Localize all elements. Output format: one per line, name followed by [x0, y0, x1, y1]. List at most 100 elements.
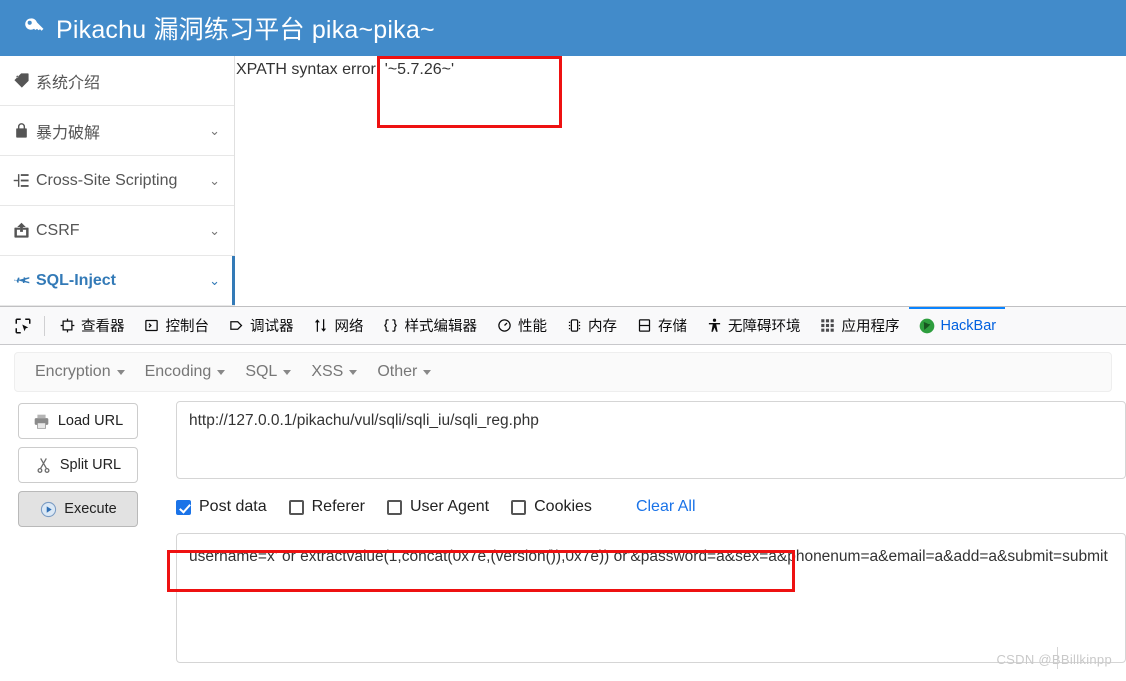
user-agent-checkbox[interactable]: User Agent [386, 498, 490, 516]
checkbox-box [511, 499, 527, 515]
chevron-down-icon [116, 369, 125, 375]
accessibility-person-icon [705, 318, 723, 333]
performance-gauge-icon [495, 318, 513, 333]
hackbar-green-icon [918, 318, 936, 334]
tab-accessibility[interactable]: 无障碍环境 [696, 307, 810, 344]
tab-label: 调试器 [250, 319, 294, 335]
menu-label: Encryption [35, 363, 111, 380]
tab-label: 存储 [658, 319, 687, 335]
load-url-icon [33, 412, 51, 430]
app-header: Pikachu 漏洞练习平台 pika~pika~ [0, 0, 1126, 56]
tab-label: 性能 [518, 319, 547, 335]
hackbar-panel: Encryption Encoding SQL XSS Other Load U… [0, 345, 1126, 681]
menu-encryption[interactable]: Encryption [27, 359, 137, 385]
menu-label: Encoding [144, 363, 212, 380]
checkbox-box [386, 499, 402, 515]
sidebar-item-csrf[interactable]: CSRF ⌄ [0, 206, 234, 256]
play-icon [39, 500, 57, 518]
chevron-down-icon: ⌄ [209, 123, 220, 138]
hackbar-action-buttons: Load URL Split URL Execute [18, 403, 158, 535]
tab-application[interactable]: 应用程序 [810, 307, 909, 344]
tab-performance[interactable]: 性能 [486, 307, 556, 344]
sidebar-item-label: CSRF [36, 221, 80, 239]
checkbox-label: Post data [199, 498, 267, 515]
button-label: Execute [64, 501, 117, 517]
braces-icon [382, 318, 400, 333]
tab-label: 内存 [588, 319, 617, 335]
menu-label: SQL [245, 363, 278, 380]
load-url-button[interactable]: Load URL [18, 403, 138, 439]
post-data-input[interactable]: username=x' or extractvalue(1,concat(0x7… [176, 533, 1126, 663]
tab-label: HackBar [940, 317, 997, 334]
chevron-down-icon: ⌄ [209, 173, 220, 188]
toolbar-divider [44, 315, 45, 336]
scissors-icon [35, 456, 53, 474]
checkbox-label: User Agent [409, 498, 490, 515]
menu-encoding[interactable]: Encoding [137, 359, 238, 385]
share-external-icon [10, 222, 32, 239]
sidebar-item-brute-force[interactable]: 暴力破解 ⌄ [0, 106, 234, 156]
devtools-panel: 查看器 控制台 调试器 网络 样式编辑器 性能 内存 存储 无障碍环境 应用程序… [0, 306, 1126, 681]
plane-icon [10, 272, 32, 289]
tab-console[interactable]: 控制台 [134, 307, 219, 344]
tab-debugger[interactable]: 调试器 [218, 307, 303, 344]
chevron-down-icon: ⌄ [209, 223, 220, 238]
page-body: 系统介绍 暴力破解 ⌄ Cross-Site Scripting ⌄ CSRF … [0, 56, 1126, 306]
menu-xss[interactable]: XSS [303, 359, 369, 385]
menu-sql[interactable]: SQL [237, 359, 303, 385]
post-data-checkbox[interactable]: Post data [176, 498, 267, 516]
tab-label: 控制台 [165, 319, 210, 335]
tab-hackbar[interactable]: HackBar [908, 307, 1006, 344]
hackbar-menubar: Encryption Encoding SQL XSS Other [14, 352, 1112, 392]
tab-label: 无障碍环境 [728, 319, 801, 335]
checkbox-label: Referer [311, 498, 365, 515]
sidebar-item-label: Cross-Site Scripting [36, 171, 178, 189]
menu-label: Other [377, 363, 418, 380]
sidebar-item-label: 暴力破解 [36, 124, 101, 142]
execute-button[interactable]: Execute [18, 491, 138, 527]
tab-style-editor[interactable]: 样式编辑器 [373, 307, 487, 344]
checkbox-label: Cookies [534, 498, 592, 515]
sidebar-item-sql-inject[interactable]: SQL-Inject ⌄ [0, 256, 235, 306]
sidebar-item-cross-site-scripting[interactable]: Cross-Site Scripting ⌄ [0, 156, 234, 206]
menu-label: XSS [311, 363, 344, 380]
chevron-down-icon: ⌄ [209, 273, 220, 288]
sidebar-item-label: 系统介绍 [36, 74, 101, 92]
sidebar: 系统介绍 暴力破解 ⌄ Cross-Site Scripting ⌄ CSRF … [0, 56, 235, 306]
screenshot-root: Pikachu 漏洞练习平台 pika~pika~ 系统介绍 暴力破解 ⌄ Cr… [0, 0, 1126, 681]
hackbar-options-row: Post data Referer User Agent Cookies Cle… [176, 487, 1126, 527]
app-title: Pikachu 漏洞练习平台 pika~pika~ [56, 16, 435, 44]
inspector-icon [58, 318, 76, 333]
button-label: Split URL [59, 457, 122, 473]
split-url-button[interactable]: Split URL [18, 447, 138, 483]
console-icon [143, 318, 161, 333]
debugger-icon [227, 318, 245, 333]
network-arrows-icon [312, 318, 330, 333]
checkbox-box [176, 499, 191, 515]
referer-checkbox[interactable]: Referer [288, 498, 365, 516]
tab-memory[interactable]: 内存 [556, 307, 626, 344]
hackbar-fields: http://127.0.0.1/pikachu/vul/sqli/sqli_i… [176, 401, 1126, 663]
element-picker-icon[interactable] [6, 311, 40, 341]
tree-list-icon [10, 172, 32, 189]
key-icon [22, 15, 48, 41]
watermark: CSDN @BBillkinpp [996, 652, 1112, 667]
menu-other[interactable]: Other [369, 359, 443, 385]
sidebar-item-system-intro[interactable]: 系统介绍 [0, 56, 234, 106]
url-input[interactable]: http://127.0.0.1/pikachu/vul/sqli/sqli_i… [176, 401, 1126, 479]
lock-icon [10, 122, 32, 139]
storage-icon [635, 318, 653, 333]
clear-all-link[interactable]: Clear All [636, 498, 696, 516]
tab-label: 样式编辑器 [404, 319, 478, 335]
cookies-checkbox[interactable]: Cookies [511, 498, 592, 516]
xpath-error-message: XPATH syntax error: '~5.7.26~' [236, 61, 455, 78]
tab-label: 应用程序 [841, 319, 900, 335]
tab-label: 查看器 [81, 319, 125, 335]
devtools-tabbar: 查看器 控制台 调试器 网络 样式编辑器 性能 内存 存储 无障碍环境 应用程序… [0, 306, 1126, 345]
tab-inspector[interactable]: 查看器 [49, 307, 134, 344]
tab-network[interactable]: 网络 [303, 307, 373, 344]
sidebar-item-label: SQL-Inject [36, 271, 117, 289]
tab-storage[interactable]: 存储 [626, 307, 696, 344]
tab-label: 网络 [334, 319, 364, 335]
chevron-down-icon [423, 369, 432, 375]
